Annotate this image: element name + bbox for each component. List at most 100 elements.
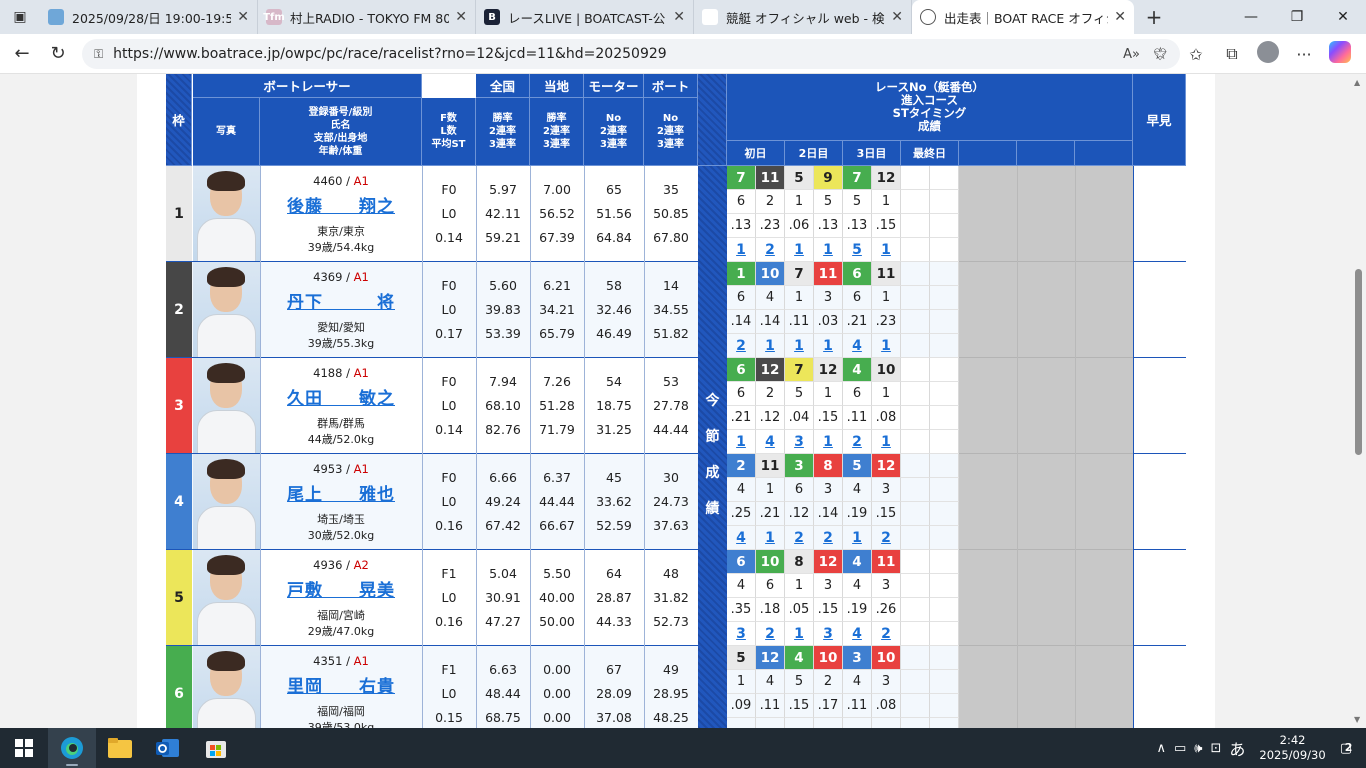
profile-avatar[interactable] [1250, 41, 1286, 67]
result-link[interactable]: 1 [843, 526, 872, 550]
racer-name-link[interactable]: 里岡 右貴 [287, 677, 395, 697]
racer-photo[interactable] [193, 550, 260, 645]
scroll-up-icon[interactable]: ▲ [1354, 78, 1360, 87]
result-link[interactable] [843, 718, 872, 728]
result-link[interactable]: 1 [872, 430, 901, 454]
result-link[interactable]: 1 [814, 238, 843, 262]
racer-photo[interactable] [193, 262, 260, 357]
minimize-icon[interactable]: — [1228, 0, 1274, 34]
racer-name-link[interactable]: 久田 敏之 [287, 389, 395, 409]
result-link[interactable]: 1 [814, 334, 843, 358]
favorites-icon[interactable]: ✩ [1178, 45, 1214, 64]
notification-icon[interactable]: ▢ 2 [1340, 741, 1353, 756]
st-timing: .08 [872, 694, 901, 718]
tab-close-icon[interactable]: ✕ [1114, 9, 1126, 25]
tab-close-icon[interactable]: ✕ [237, 9, 249, 25]
result-link[interactable]: 1 [785, 238, 814, 262]
result-link[interactable]: 1 [727, 430, 756, 454]
browser-tab[interactable]: 2025/09/28/日 19:00-19:55 | 村 ✕ [40, 0, 258, 34]
touchi-stat: 6.37 [543, 470, 571, 485]
result-link[interactable]: 3 [785, 430, 814, 454]
network-icon[interactable]: ⊡ [1210, 741, 1221, 756]
result-link[interactable]: 1 [756, 334, 785, 358]
racer-name-link[interactable]: 丹下 将 [287, 293, 395, 313]
tab-close-icon[interactable]: ✕ [673, 9, 685, 25]
battery-icon[interactable]: ▭ [1174, 741, 1186, 756]
browser-tab[interactable]: 出走表｜BOAT RACE オフィシャル ✕ [912, 0, 1134, 34]
tab-close-icon[interactable]: ✕ [455, 9, 467, 25]
back-icon[interactable]: ← [4, 38, 40, 70]
site-info-icon[interactable]: ⚿ [94, 47, 103, 62]
konsetu-char: 今 [705, 393, 720, 409]
new-tab-button[interactable]: + [1134, 5, 1174, 29]
racer-photo[interactable] [193, 166, 260, 261]
result-link[interactable]: 2 [872, 526, 901, 550]
scrollbar-thumb[interactable] [1355, 269, 1362, 455]
result-link[interactable]: 4 [727, 526, 756, 550]
result-link[interactable]: 3 [814, 622, 843, 646]
browser-essentials-icon[interactable]: ♡ [1142, 45, 1178, 64]
tab-close-icon[interactable]: ✕ [891, 9, 903, 25]
average-st: 0.14 [435, 422, 463, 437]
result-link[interactable]: 2 [756, 622, 785, 646]
result-link[interactable]: 4 [756, 430, 785, 454]
racer-name-link[interactable]: 後藤 翔之 [287, 197, 395, 217]
result-link[interactable]: 1 [872, 334, 901, 358]
result-link[interactable] [785, 718, 814, 728]
refresh-icon[interactable]: ↻ [40, 38, 76, 70]
tray-chevron-icon[interactable]: ∧ [1156, 741, 1166, 756]
racer-name-link[interactable]: 戸敷 晃美 [287, 581, 395, 601]
outlook-icon[interactable] [144, 728, 192, 768]
result-link[interactable]: 1 [785, 334, 814, 358]
file-explorer-icon[interactable] [96, 728, 144, 768]
result-link[interactable]: 1 [727, 238, 756, 262]
browser-tab[interactable]: 競艇 オフィシャル web - 検索 ✕ [694, 0, 912, 34]
store-icon[interactable] [192, 728, 240, 768]
result-link[interactable] [756, 718, 785, 728]
racer-photo[interactable] [193, 358, 260, 453]
vertical-scrollbar[interactable]: ▲ ▼ [1350, 74, 1366, 728]
start-button[interactable] [0, 728, 48, 768]
result-link[interactable]: 1 [756, 526, 785, 550]
result-link[interactable]: 1 [785, 622, 814, 646]
volume-icon[interactable]: 🕪 [1194, 741, 1202, 756]
more-menu-icon[interactable]: ··· [1286, 45, 1322, 64]
scroll-down-icon[interactable]: ▼ [1354, 715, 1360, 724]
racer-photo[interactable] [193, 646, 260, 728]
restore-icon[interactable]: ❐ [1274, 0, 1320, 34]
result-link[interactable]: 5 [843, 238, 872, 262]
clock[interactable]: 2:42 2025/09/30 [1259, 733, 1325, 763]
race-number: 11 [872, 262, 901, 286]
browser-tab[interactable]: B レースLIVE | BOATCAST-公 ✕ [476, 0, 694, 34]
close-icon[interactable]: ✕ [1320, 0, 1366, 34]
collections-icon[interactable]: ⧉ [1214, 44, 1250, 64]
address-bar[interactable]: ⚿ https://www.boatrace.jp/owpc/pc/race/r… [82, 39, 1180, 69]
result-link[interactable]: 1 [872, 238, 901, 262]
result-link[interactable] [872, 718, 901, 728]
hayami-cell [1133, 454, 1186, 550]
racer-name-link[interactable]: 尾上 雅也 [287, 485, 395, 505]
result-link[interactable] [814, 718, 843, 728]
copilot-icon[interactable] [1322, 41, 1358, 67]
race-number: 9 [814, 166, 843, 190]
result-link[interactable]: 2 [872, 622, 901, 646]
result-link[interactable]: 2 [785, 526, 814, 550]
boat-stat: 53 [663, 374, 679, 389]
result-link[interactable]: 4 [843, 622, 872, 646]
result-link[interactable]: 4 [843, 334, 872, 358]
result-link[interactable]: 2 [727, 334, 756, 358]
result-link[interactable]: 2 [814, 526, 843, 550]
result-link[interactable]: 1 [814, 430, 843, 454]
edge-taskbar-icon[interactable] [48, 728, 96, 768]
tab-actions-icon[interactable]: ▣ [0, 0, 40, 34]
result-link[interactable]: 2 [843, 430, 872, 454]
ime-indicator[interactable]: あ [1229, 736, 1245, 760]
race-number: 12 [872, 166, 901, 190]
racer-photo[interactable] [193, 454, 260, 549]
browser-tab[interactable]: Tfm 村上RADIO - TOKYO FM 80.0M ✕ [258, 0, 476, 34]
read-aloud-icon[interactable]: A» [1123, 47, 1140, 62]
zenkoku-stat: 5.97 [489, 182, 517, 197]
result-link[interactable] [727, 718, 756, 728]
result-link[interactable]: 3 [727, 622, 756, 646]
result-link[interactable]: 2 [756, 238, 785, 262]
